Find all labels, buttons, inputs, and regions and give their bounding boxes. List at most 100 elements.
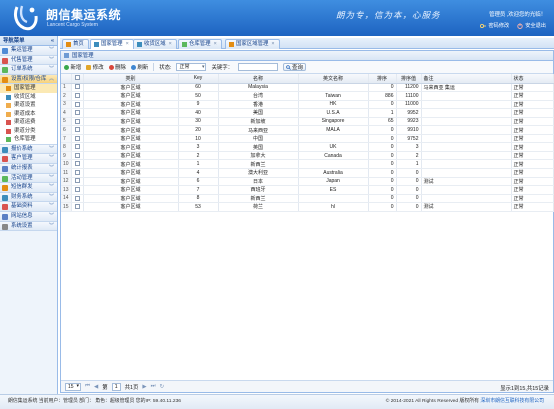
- cell-ord: 0: [368, 125, 397, 135]
- select-all-checkbox[interactable]: [71, 74, 84, 84]
- sidebar-group-bottom-3[interactable]: 活动管理 ︾: [0, 173, 57, 184]
- table-row[interactable]: 11 客户区域 4 澳大利亚 Australia 0 0 正常: [61, 168, 554, 178]
- sidebar-item-3[interactable]: 渠道成本: [0, 109, 57, 119]
- cell-st: 正常: [511, 100, 554, 110]
- sidebar-group-top-0[interactable]: 集运管理 ︾: [0, 46, 57, 56]
- company-link[interactable]: 深圳市朗信互联科技有限公司: [480, 399, 544, 404]
- cell-name: 加拿大: [218, 151, 299, 161]
- table-row[interactable]: 15 客户区域 53 荷兰 hl 0 0 测试 正常: [61, 202, 554, 212]
- sidebar-group-bottom-6[interactable]: 基础资料 ︾: [0, 202, 57, 213]
- sidebar-item-5[interactable]: 渠道分类: [0, 126, 57, 136]
- sidebar-item-6[interactable]: 仓库管理: [0, 135, 57, 144]
- row-number: 11: [61, 168, 72, 178]
- table-row[interactable]: 9 客户区域 2 加拿大 Canada 0 2 正常: [61, 151, 554, 161]
- sidebar-group-top-2[interactable]: 订单系统 ︾: [0, 65, 57, 75]
- row-number: 4: [61, 108, 72, 118]
- cell-key: 1: [178, 159, 219, 169]
- sidebar-group-bottom-4[interactable]: 短信群发 ︾: [0, 183, 57, 193]
- edit-button[interactable]: 修改: [86, 63, 104, 71]
- table-row[interactable]: 13 客户区域 7 西班牙 ES 0 0 正常: [61, 185, 554, 195]
- row-checkbox[interactable]: [71, 151, 84, 161]
- last-page-icon[interactable]: ⏭: [151, 383, 156, 390]
- cell-key: 6: [178, 177, 219, 187]
- tab-1[interactable]: 国家管理 ×: [90, 39, 134, 49]
- sidebar-group-bottom-5[interactable]: 财务系统 ︾: [0, 192, 57, 203]
- tab-2[interactable]: 收货区域 ×: [133, 39, 177, 49]
- refresh-button[interactable]: 刷新: [130, 63, 148, 71]
- logout-link[interactable]: 安全退出: [517, 22, 546, 29]
- row-checkbox[interactable]: [71, 159, 84, 169]
- row-checkbox[interactable]: [71, 185, 84, 195]
- keyword-input[interactable]: [238, 63, 279, 71]
- change-password-link[interactable]: 密码修改: [480, 22, 509, 29]
- next-page-icon[interactable]: ▶: [142, 384, 146, 390]
- page-size-select[interactable]: 15: [65, 382, 81, 391]
- table-row[interactable]: 12 客户区域 6 日本 Japan 0 0 测试 正常: [61, 177, 554, 187]
- table-row[interactable]: 14 客户区域 8 新西兰 0 0 正常: [61, 194, 554, 204]
- add-button[interactable]: 新增: [64, 63, 81, 71]
- sidebar-item-4[interactable]: 渠道运费: [0, 118, 57, 127]
- column-header-key[interactable]: Key: [178, 74, 219, 84]
- table-row[interactable]: 2 客户区域 50 台湾 Taiwan 886 11100 正常: [61, 91, 554, 101]
- sidebar-item-2[interactable]: 渠道设置: [0, 101, 57, 110]
- sidebar-group-settings[interactable]: 设置/权限/仓库 ︽: [0, 74, 57, 85]
- row-checkbox[interactable]: [71, 117, 84, 127]
- row-checkbox[interactable]: [71, 91, 84, 101]
- tab-0[interactable]: 首页: [62, 39, 89, 49]
- search-label: 查询: [292, 65, 303, 71]
- sidebar-group-label: 设置/权限/仓库: [11, 75, 47, 82]
- table-row[interactable]: 8 客户区域 3 英国 UK 0 3 正常: [61, 142, 554, 152]
- prev-page-icon[interactable]: ◀: [94, 384, 98, 390]
- collapse-sidebar-icon[interactable]: «: [51, 36, 54, 46]
- sidebar-group-bottom-7[interactable]: 网站信息 ︾: [0, 212, 57, 222]
- sidebar-group-bottom-1[interactable]: 客户管理 ︾: [0, 154, 57, 165]
- cell-val: 9910: [396, 125, 422, 135]
- close-tab-icon[interactable]: ×: [169, 41, 172, 47]
- close-tab-icon[interactable]: ×: [271, 41, 274, 47]
- delete-button[interactable]: 删除: [108, 63, 126, 71]
- table-row[interactable]: 6 客户区域 20 马来西亚 MALA 0 9910 正常: [61, 125, 554, 135]
- table-row[interactable]: 4 客户区域 40 美国 U.S.A 1 9952 正常: [61, 108, 554, 118]
- row-checkbox[interactable]: [71, 194, 84, 204]
- table-row[interactable]: 7 客户区域 10 中国 0 9752 正常: [61, 134, 554, 144]
- column-header-category[interactable]: 类别: [83, 74, 179, 84]
- row-checkbox[interactable]: [71, 168, 84, 178]
- row-checkbox[interactable]: [71, 125, 84, 135]
- column-header-english-name[interactable]: 英文名称: [298, 74, 369, 84]
- table-row[interactable]: 1 客户区域 60 Malaysia 0 11200 马来西亚 集运 正常: [61, 83, 554, 93]
- sidebar-group-top-1[interactable]: 代售管理 ︾: [0, 55, 57, 66]
- column-header-sort-value[interactable]: 排序值: [396, 74, 422, 84]
- chevron-down-icon: ︾: [48, 203, 54, 210]
- row-checkbox[interactable]: [71, 83, 84, 93]
- close-tab-icon[interactable]: ×: [214, 41, 217, 47]
- sidebar-group-bottom-2[interactable]: 统计报表 ︾: [0, 164, 57, 174]
- column-header-sort[interactable]: 排序: [368, 74, 397, 84]
- row-checkbox[interactable]: [71, 202, 84, 212]
- row-checkbox[interactable]: [71, 100, 84, 110]
- status-select[interactable]: 正常: [176, 63, 207, 71]
- row-checkbox[interactable]: [71, 108, 84, 118]
- column-header-note[interactable]: 备注: [421, 74, 512, 84]
- sidebar-group-bottom-8[interactable]: 系统设置 ︾: [0, 221, 57, 232]
- column-header-name[interactable]: 名称: [218, 74, 299, 84]
- cell-en: U.S.A: [298, 108, 369, 118]
- row-checkbox[interactable]: [71, 177, 84, 187]
- row-checkbox[interactable]: [71, 142, 84, 152]
- search-button[interactable]: 查询: [283, 63, 306, 71]
- sidebar-item-1[interactable]: 收货区域: [0, 92, 57, 102]
- tab-4[interactable]: 国家区域管理 ×: [225, 39, 280, 49]
- sidebar-group-bottom-0[interactable]: 报价系统 ︾: [0, 144, 57, 155]
- first-page-icon[interactable]: ⏮: [85, 383, 90, 390]
- reload-icon[interactable]: ↻: [160, 384, 165, 390]
- sidebar-item-0[interactable]: 国家管理: [0, 84, 57, 93]
- cell-note: 测试: [421, 177, 512, 187]
- row-checkbox[interactable]: [71, 134, 84, 144]
- table-row[interactable]: 3 客户区域 9 香港 HK 0 11000 正常: [61, 100, 554, 110]
- table-row[interactable]: 10 客户区域 1 新西兰 0 1 正常: [61, 159, 554, 169]
- tab-3[interactable]: 仓库管理 ×: [178, 39, 222, 49]
- table-row[interactable]: 5 客户区域 30 新加坡 Singapore 65 9923 正常: [61, 117, 554, 127]
- cell-key: 50: [178, 91, 219, 101]
- page-number-input[interactable]: 1: [111, 382, 121, 391]
- column-header-status[interactable]: 状态: [511, 74, 554, 84]
- close-tab-icon[interactable]: ×: [126, 41, 129, 47]
